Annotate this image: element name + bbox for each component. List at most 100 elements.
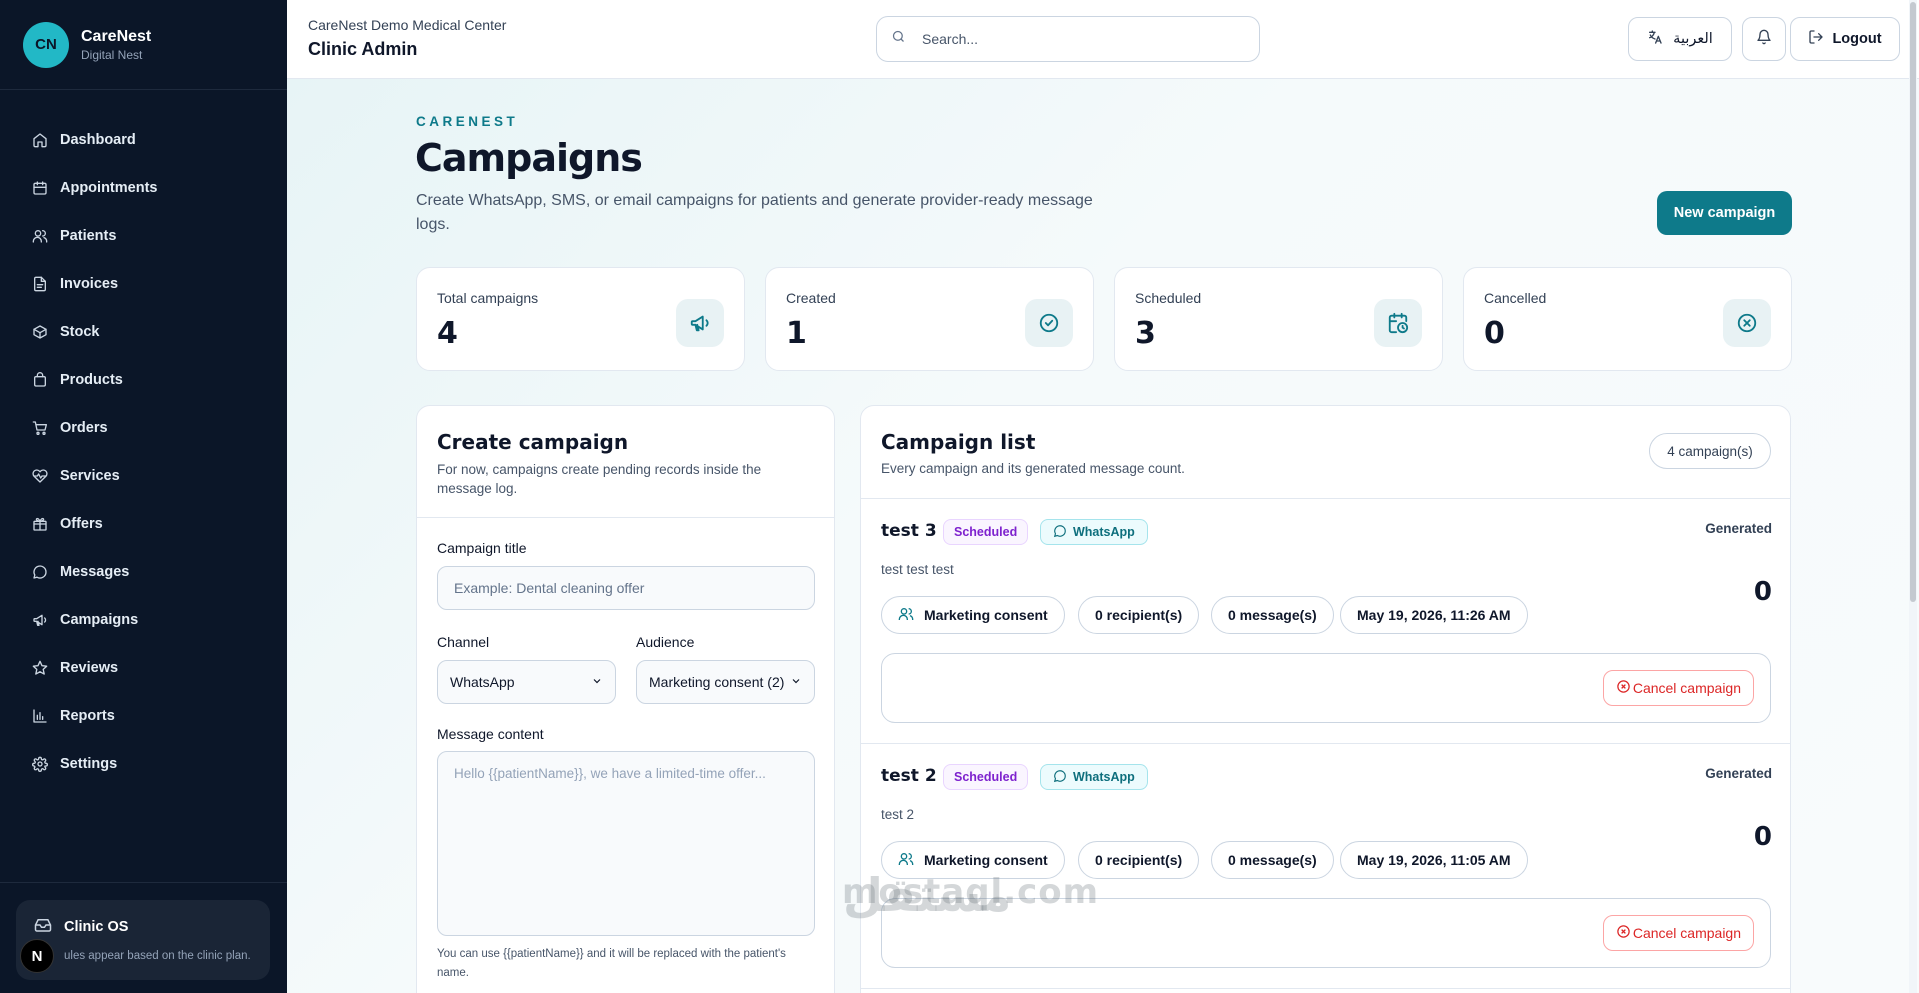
bag-icon (32, 372, 48, 388)
sidebar-item-label: Services (60, 468, 120, 484)
notifications-button[interactable] (1742, 17, 1786, 61)
sidebar-item-messages[interactable]: Messages (0, 548, 287, 596)
search-bar[interactable] (876, 16, 1260, 62)
audience-select-value: Marketing consent (2) (649, 674, 785, 690)
status-badge: Scheduled (943, 519, 1029, 545)
generated-label: Generated (1705, 521, 1772, 536)
stat-label: Cancelled (1484, 290, 1547, 306)
messages-chip: 0 message(s) (1211, 841, 1334, 879)
search-input[interactable] (922, 31, 1222, 47)
chevron-down-icon (591, 674, 603, 690)
page-title: Campaigns (415, 136, 643, 180)
sidebar-item-label: Products (60, 372, 123, 388)
stat-value: 3 (1135, 316, 1156, 351)
generated-count: 0 (1753, 822, 1772, 852)
channel-select[interactable]: WhatsApp (437, 660, 616, 704)
campaign-item: test 2 Scheduled WhatsApp test 2 Generat… (861, 744, 1790, 989)
logout-button[interactable]: Logout (1790, 17, 1900, 61)
sidebar-item-orders[interactable]: Orders (0, 404, 287, 452)
generated-count: 0 (1753, 577, 1772, 607)
sidebar-item-invoices[interactable]: Invoices (0, 260, 287, 308)
scrollbar-thumb[interactable] (1910, 2, 1916, 602)
sidebar-item-dashboard[interactable]: Dashboard (0, 116, 287, 164)
file-icon (32, 276, 48, 292)
sidebar-item-campaigns[interactable]: Campaigns (0, 596, 287, 644)
users-icon (32, 228, 48, 244)
stat-label: Created (786, 290, 836, 306)
channel-select-value: WhatsApp (450, 674, 515, 690)
audience-chip: Marketing consent (881, 596, 1065, 634)
chat-icon (32, 564, 48, 580)
sidebar: CN CareNest Digital Nest Dashboard Appoi… (0, 0, 287, 993)
create-campaign-panel: Create campaign For now, campaigns creat… (416, 405, 835, 993)
language-button[interactable]: العربية (1628, 17, 1732, 61)
whatsapp-icon (1053, 524, 1073, 541)
campaign-name: test 3 (881, 521, 937, 541)
scrollbar[interactable] (1909, 0, 1917, 993)
campaign-list-title: Campaign list (881, 430, 1036, 454)
stat-total-campaigns: Total campaigns 4 (416, 267, 745, 371)
message-content-hint: You can use {{patientName}} and it will … (437, 948, 786, 979)
sidebar-item-appointments[interactable]: Appointments (0, 164, 287, 212)
brand-subtitle: Digital Nest (81, 47, 143, 62)
message-content-textarea[interactable] (437, 751, 815, 936)
status-badge: Scheduled (943, 764, 1029, 790)
campaign-actions: Cancel campaign (881, 653, 1771, 723)
audience-chip-label: Marketing consent (924, 607, 1048, 623)
sidebar-item-settings[interactable]: Settings (0, 740, 287, 788)
campaign-item: test 3 Scheduled WhatsApp test test test… (861, 499, 1790, 744)
box-icon (32, 324, 48, 340)
cancel-campaign-button[interactable]: Cancel campaign (1602, 670, 1754, 706)
calendar-icon (32, 180, 48, 196)
search-icon (891, 29, 906, 49)
x-circle-icon (1723, 299, 1771, 347)
stat-created: Created 1 (765, 267, 1094, 371)
heart-icon (32, 468, 48, 484)
stat-value: 4 (437, 316, 458, 351)
home-icon (32, 132, 48, 148)
sidebar-item-offers[interactable]: Offers (0, 500, 287, 548)
logout-label: Logout (1832, 31, 1882, 47)
sidebar-item-label: Settings (60, 756, 118, 772)
top-header: CareNest Demo Medical Center Clinic Admi… (287, 0, 1919, 79)
cancel-campaign-button[interactable]: Cancel campaign (1602, 915, 1754, 951)
sidebar-item-label: Reviews (60, 660, 119, 676)
audience-select[interactable]: Marketing consent (2) (636, 660, 815, 704)
channel-label: Channel (437, 634, 490, 650)
create-campaign-desc: For now, campaigns create pending record… (437, 462, 762, 496)
sidebar-item-label: Orders (60, 420, 108, 436)
clinic-os-title: Clinic OS (64, 919, 129, 935)
sidebar-item-services[interactable]: Services (0, 452, 287, 500)
megaphone-icon (32, 612, 48, 628)
sidebar-item-label: Patients (60, 228, 117, 244)
star-icon (32, 660, 48, 676)
sidebar-item-reports[interactable]: Reports (0, 692, 287, 740)
channel-badge: WhatsApp (1040, 519, 1148, 545)
messages-chip: 0 message(s) (1211, 596, 1334, 634)
channel-badge: WhatsApp (1040, 764, 1148, 790)
clinic-os-card: Clinic OS ules appear based on the clini… (16, 900, 270, 980)
logout-icon (1808, 29, 1832, 49)
cancel-campaign-label: Cancel campaign (1632, 925, 1741, 941)
cart-icon (32, 420, 48, 436)
generated-label: Generated (1705, 766, 1772, 781)
avatar[interactable]: N (20, 939, 54, 973)
campaign-title-input[interactable] (437, 566, 815, 610)
campaign-count-badge: 4 campaign(s) (1649, 433, 1771, 469)
sidebar-item-patients[interactable]: Patients (0, 212, 287, 260)
sidebar-item-label: Appointments (60, 180, 158, 196)
sidebar-item-products[interactable]: Products (0, 356, 287, 404)
calendar-clock-icon (1374, 299, 1422, 347)
new-campaign-button[interactable]: New campaign (1657, 191, 1792, 235)
sidebar-item-reviews[interactable]: Reviews (0, 644, 287, 692)
recipients-chip: 0 recipient(s) (1078, 596, 1200, 634)
sidebar-item-stock[interactable]: Stock (0, 308, 287, 356)
date-chip: May 19, 2026, 11:26 AM (1340, 596, 1528, 634)
sidebar-item-label: Invoices (60, 276, 119, 292)
brand[interactable]: CN CareNest Digital Nest (0, 0, 287, 90)
stat-value: 0 (1484, 316, 1505, 351)
translate-icon (1647, 29, 1673, 49)
divider (417, 517, 834, 518)
sidebar-item-label: Dashboard (60, 132, 136, 148)
inbox-icon (34, 916, 64, 938)
